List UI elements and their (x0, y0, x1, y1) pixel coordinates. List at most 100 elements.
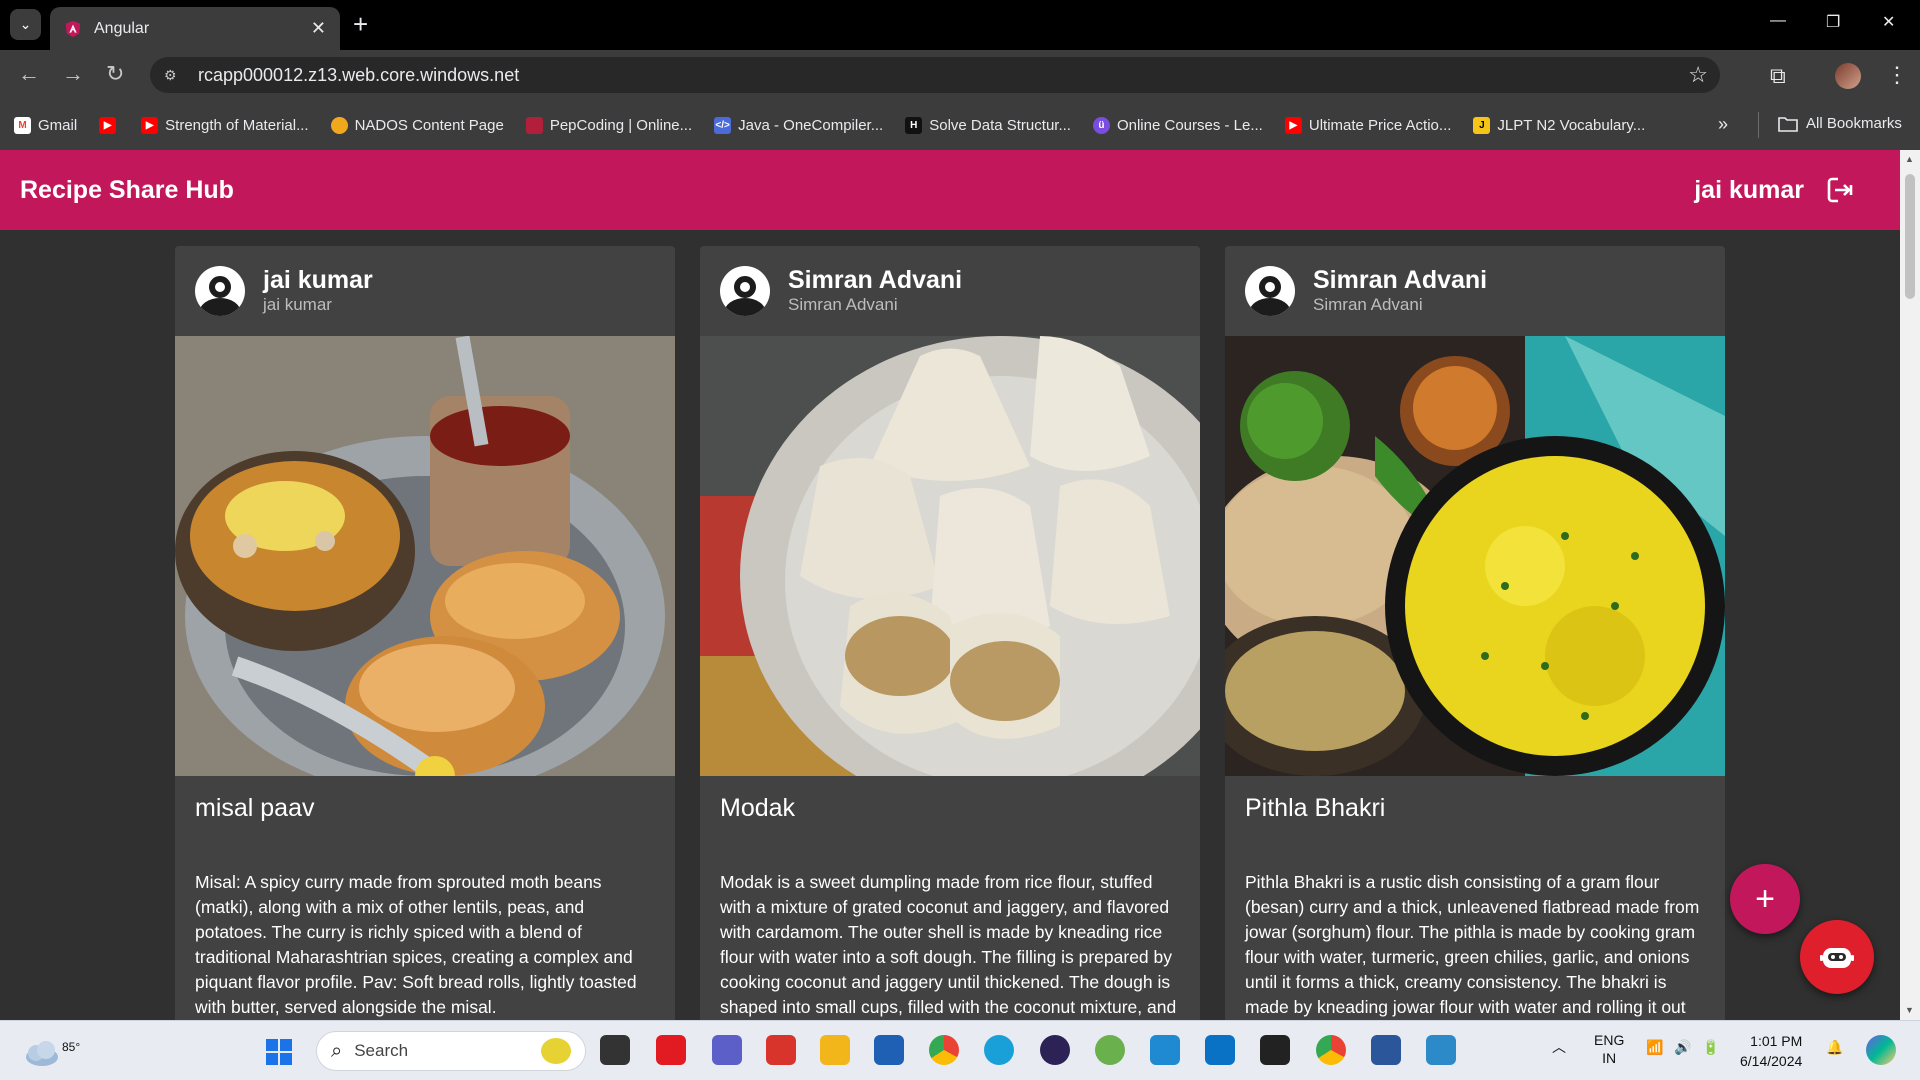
card-author: Simran Advani (1313, 266, 1488, 294)
taskbar-clock[interactable]: 1:01 PM 6/14/2024 (1740, 1031, 1802, 1071)
cloud-icon (26, 1041, 58, 1066)
recipe-name: Modak (720, 794, 796, 822)
scroll-thumb[interactable] (1905, 174, 1915, 299)
notifications-icon[interactable]: 🔔 (1826, 1039, 1843, 1056)
scroll-up-arrow[interactable]: ▲ (1905, 154, 1914, 164)
site-info-icon[interactable]: ⚙ (164, 67, 186, 84)
reload-button[interactable]: ↻ (106, 63, 124, 85)
notepad-icon[interactable] (1426, 1035, 1456, 1065)
recipe-description: Modak is a sweet dumpling made from rice… (720, 872, 1177, 1017)
jlpt-icon: J (1473, 116, 1491, 134)
back-button[interactable]: ← (18, 63, 40, 85)
recipe-name: misal paav (195, 794, 315, 822)
page-scrollbar[interactable]: ▲ ▼ (1900, 150, 1920, 1020)
tab-search-button[interactable]: ⌄ (10, 9, 41, 40)
bookmark-price-action[interactable]: ▶ Ultimate Price Actio... (1284, 116, 1451, 134)
browser-toolbar: ← → ↻ ⚙ rcapp000012.z13.web.core.windows… (0, 50, 1920, 100)
taskbar-search[interactable]: ⌕ Search (316, 1031, 586, 1071)
bookmark-onecompiler[interactable]: </> Java - OneCompiler... (714, 116, 884, 134)
chrome-profile-icon[interactable] (1316, 1035, 1346, 1065)
armoury-crate-icon[interactable] (656, 1035, 686, 1065)
battery-icon[interactable]: 🔋 (1702, 1039, 1719, 1056)
all-bookmarks-button[interactable]: All Bookmarks (1778, 115, 1902, 132)
recipe-name: Pithla Bhakri (1245, 794, 1386, 822)
edge-icon[interactable] (984, 1035, 1014, 1065)
language-indicator[interactable]: ENG IN (1594, 1031, 1624, 1067)
bookmark-youtube[interactable]: ▶ (99, 116, 123, 134)
youtube-icon: ▶ (141, 116, 159, 134)
intellij-icon[interactable] (1260, 1035, 1290, 1065)
all-bookmarks-label: All Bookmarks (1806, 115, 1902, 132)
windows-start-icon[interactable] (266, 1039, 292, 1065)
add-recipe-button[interactable]: + (1730, 864, 1800, 934)
robot-icon (1820, 948, 1854, 968)
weather-widget[interactable]: 85° (22, 1031, 80, 1071)
address-bar[interactable]: ⚙ rcapp000012.z13.web.core.windows.net ☆ (150, 57, 1720, 93)
forward-button[interactable]: → (62, 63, 84, 85)
windows-taskbar: 85° ⌕ Search ︿ ENG IN 📶 🔊 🔋 1:01 PM 6/14… (0, 1020, 1920, 1080)
spring-tools-icon[interactable] (1095, 1035, 1125, 1065)
card-author-subtitle: jai kumar (263, 295, 332, 314)
more-bookmarks-icon[interactable]: » (1718, 114, 1728, 135)
browser-menu-icon[interactable]: ⋮ (1886, 62, 1908, 88)
temperature: 85° (62, 1040, 81, 1054)
ds-icon: H (905, 116, 923, 134)
chrome-icon[interactable] (929, 1035, 959, 1065)
profile-avatar[interactable] (1835, 63, 1861, 89)
microsoft-store-icon[interactable] (874, 1035, 904, 1065)
wifi-icon[interactable]: 📶 (1646, 1039, 1663, 1056)
bookmark-strength-of-material[interactable]: ▶ Strength of Material... (141, 116, 309, 134)
recipe-card: Simran Advani Simran Advani (700, 246, 1200, 1020)
recipe-card: Simran Advani Simran Advani (1225, 246, 1725, 1020)
new-tab-button[interactable]: + (353, 11, 368, 37)
pepcoding-icon (525, 116, 543, 134)
copilot-icon[interactable] (1866, 1035, 1896, 1065)
bookmark-gmail[interactable]: M Gmail (14, 116, 77, 134)
code-icon: </> (714, 116, 732, 134)
recipe-image (1225, 336, 1725, 776)
close-window-button[interactable]: ✕ (1882, 12, 1895, 32)
recipe-description: Misal: A spicy curry made from sprouted … (195, 872, 637, 1017)
browser-tab-active[interactable]: Angular ✕ (50, 7, 340, 50)
scroll-down-arrow[interactable]: ▼ (1905, 1005, 1914, 1015)
user-avatar-icon (1245, 266, 1295, 316)
extensions-icon[interactable]: ⧉ (1770, 63, 1786, 89)
eclipse-icon[interactable] (1040, 1035, 1070, 1065)
restore-button[interactable]: ❐ (1826, 12, 1840, 32)
file-explorer-icon[interactable] (820, 1035, 850, 1065)
vscode-icon[interactable] (1150, 1035, 1180, 1065)
chatbot-button[interactable] (1800, 920, 1874, 994)
bookmark-star-icon[interactable]: ☆ (1688, 62, 1708, 88)
user-avatar-icon (720, 266, 770, 316)
azure-icon[interactable] (1205, 1035, 1235, 1065)
logout-icon[interactable] (1826, 176, 1854, 204)
url-text[interactable]: rcapp000012.z13.web.core.windows.net (198, 65, 519, 86)
minimize-button[interactable]: — (1770, 12, 1786, 30)
show-hidden-icons[interactable]: ︿ (1552, 1037, 1566, 1057)
task-view-icon[interactable] (600, 1035, 630, 1065)
card-header: Simran Advani Simran Advani (1225, 246, 1725, 336)
card-author-subtitle: Simran Advani (788, 295, 898, 314)
region-code: IN (1602, 1050, 1617, 1066)
app-title[interactable]: Recipe Share Hub (20, 176, 234, 205)
word-icon[interactable] (1371, 1035, 1401, 1065)
youtube-icon: ▶ (1284, 116, 1302, 134)
bookmark-solve-ds[interactable]: H Solve Data Structur... (905, 116, 1071, 134)
gift-icon[interactable] (766, 1035, 796, 1065)
recipe-image (700, 336, 1200, 776)
teams-icon[interactable] (712, 1035, 742, 1065)
clock-time: 1:01 PM (1750, 1033, 1803, 1049)
bookmark-label: Java - OneCompiler... (738, 116, 884, 134)
volume-icon[interactable]: 🔊 (1674, 1039, 1691, 1056)
bookmark-label: NADOS Content Page (354, 116, 504, 134)
bookmark-pepcoding[interactable]: PepCoding | Online... (525, 116, 692, 134)
search-label: Search (354, 1041, 409, 1060)
bookmark-jlpt[interactable]: J JLPT N2 Vocabulary... (1473, 116, 1645, 134)
bookmark-label: Solve Data Structur... (929, 116, 1071, 134)
bookmark-online-courses[interactable]: ü Online Courses - Le... (1092, 116, 1263, 134)
bookmark-nados[interactable]: NADOS Content Page (330, 116, 504, 134)
close-tab-icon[interactable]: ✕ (311, 18, 326, 39)
search-highlight-icon (541, 1038, 571, 1064)
user-avatar-icon (195, 266, 245, 316)
bookmark-label: Online Courses - Le... (1116, 116, 1263, 134)
